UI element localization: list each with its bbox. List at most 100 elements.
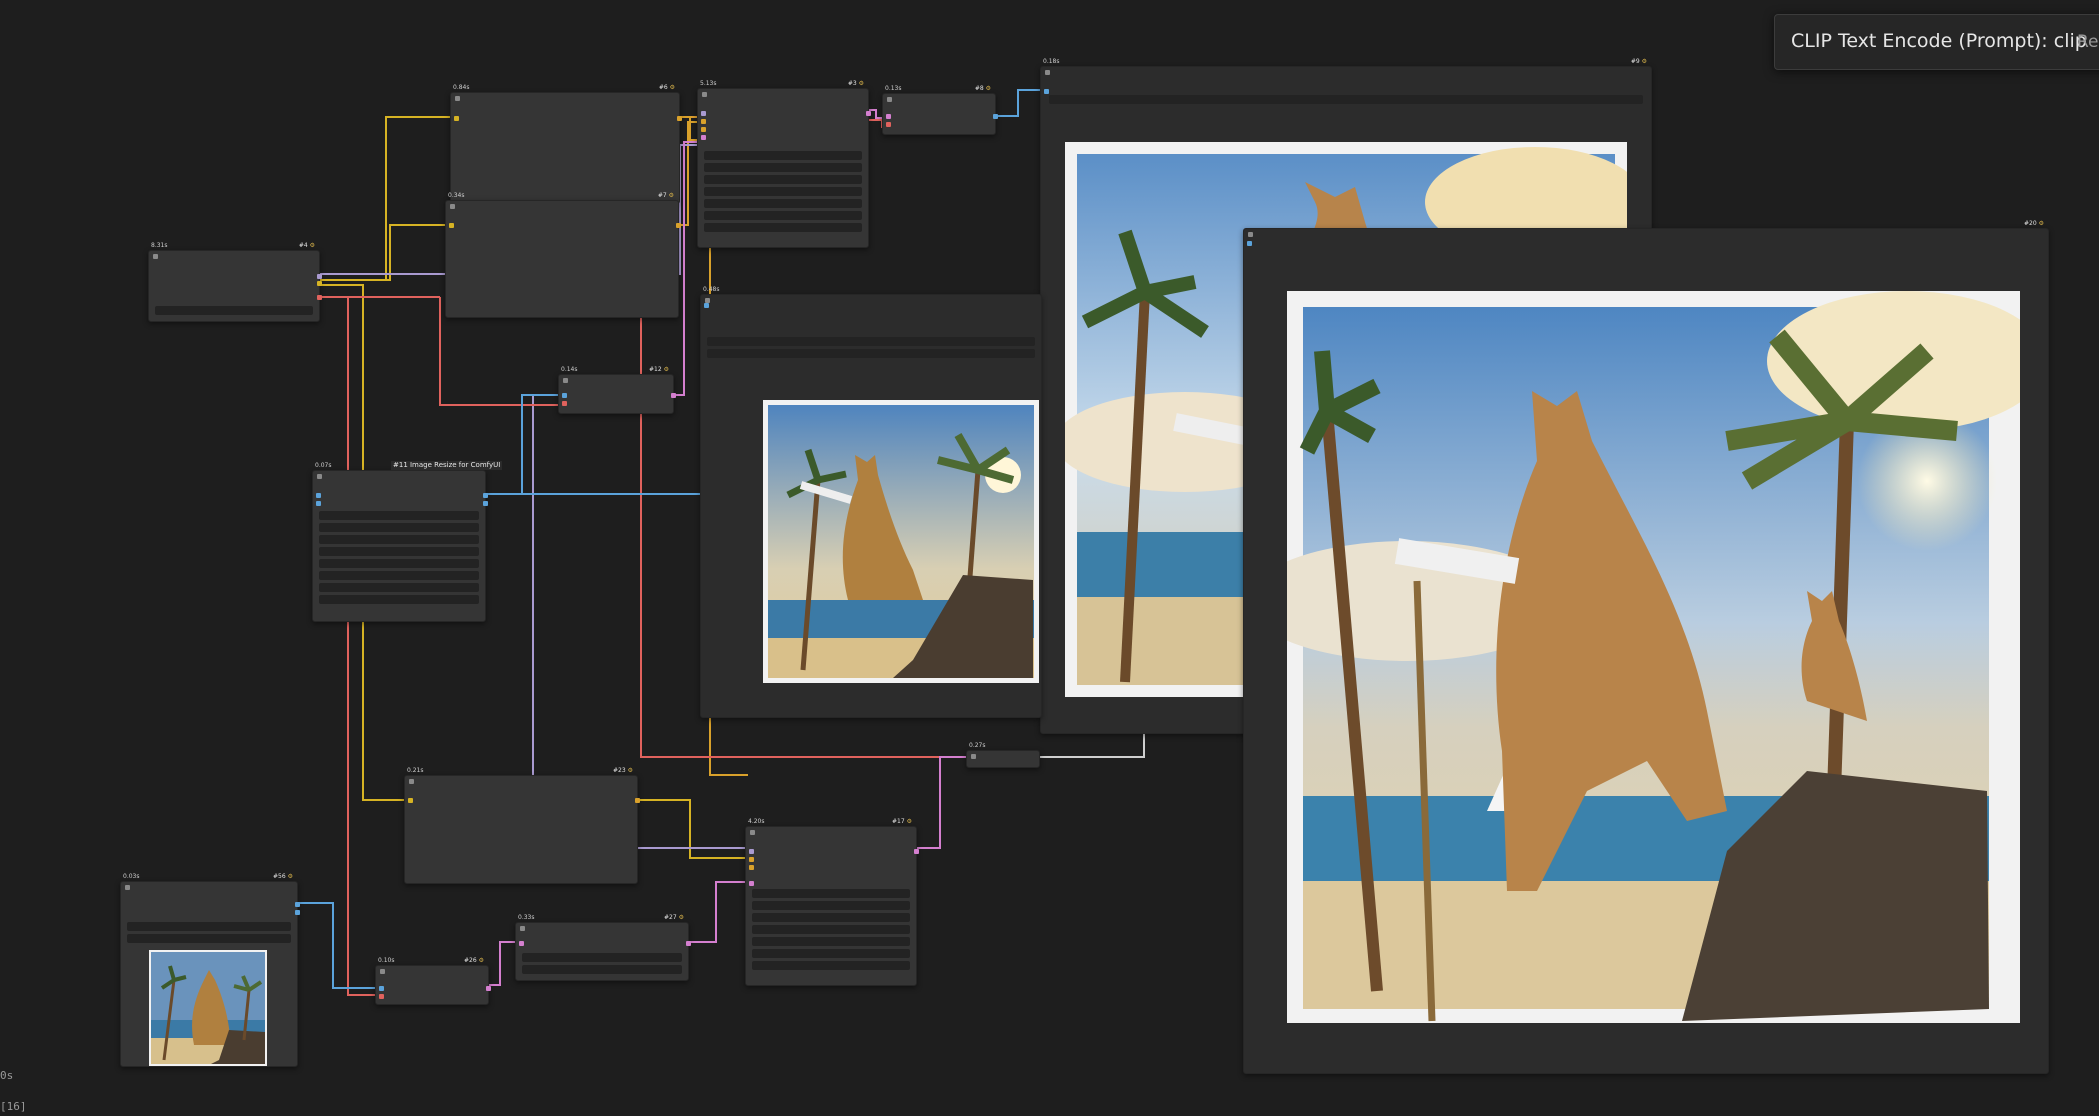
collapse-dot-icon[interactable] bbox=[125, 885, 130, 890]
steps-widget[interactable] bbox=[752, 913, 910, 922]
scheduler-widget[interactable] bbox=[752, 949, 910, 958]
input-port-clip[interactable] bbox=[449, 223, 454, 228]
output-port-latent[interactable] bbox=[914, 849, 919, 854]
collapse-dot-icon[interactable] bbox=[563, 378, 568, 383]
collapse-dot-icon[interactable] bbox=[1045, 70, 1050, 75]
node-vae-encode[interactable]: 0.14s #12 ⚙ bbox=[558, 366, 676, 414]
sampler-name-widget[interactable] bbox=[704, 199, 862, 208]
output-port-clip[interactable] bbox=[317, 281, 322, 286]
resize-method-widget[interactable] bbox=[319, 547, 479, 556]
denoise-widget[interactable] bbox=[704, 223, 862, 232]
input-port-positive[interactable] bbox=[749, 857, 754, 862]
node-load-checkpoint[interactable]: 8.31s #4 ⚙ bbox=[148, 242, 322, 322]
collapse-dot-icon[interactable] bbox=[450, 204, 455, 209]
input-port-model[interactable] bbox=[749, 849, 754, 854]
node-load-image[interactable]: 0.03s #56 ⚙ bbox=[120, 873, 300, 1067]
collapse-dot-icon[interactable] bbox=[380, 969, 385, 974]
node-ksampler-2[interactable]: 4.20s #17 ⚙ bbox=[745, 818, 919, 986]
collapse-dot-icon[interactable] bbox=[153, 254, 158, 259]
input-port-images[interactable] bbox=[1247, 241, 1252, 246]
output-port-model[interactable] bbox=[317, 274, 322, 279]
input-port-negative[interactable] bbox=[701, 127, 706, 132]
input-port-latent[interactable] bbox=[701, 135, 706, 140]
input-port-negative[interactable] bbox=[749, 865, 754, 870]
node-ksampler-1[interactable]: 5.13s #3 ⚙ bbox=[697, 80, 871, 248]
collapse-dot-icon[interactable] bbox=[702, 92, 707, 97]
filename-prefix-widget[interactable] bbox=[1049, 95, 1643, 104]
input-port-image[interactable] bbox=[379, 986, 384, 991]
node-upscale-model-loader[interactable]: 0.21s #23 ⚙ bbox=[404, 767, 640, 884]
collapse-dot-icon[interactable] bbox=[409, 779, 414, 784]
composite-widget-2[interactable] bbox=[522, 965, 682, 974]
resize-interpolation-widget[interactable] bbox=[319, 535, 479, 544]
collapse-dot-icon[interactable] bbox=[1248, 232, 1253, 237]
input-port-image-2[interactable] bbox=[316, 501, 321, 506]
output-port-latent[interactable] bbox=[486, 986, 491, 991]
output-port-image[interactable] bbox=[295, 902, 300, 907]
collapse-dot-icon[interactable] bbox=[887, 97, 892, 102]
output-port-latent[interactable] bbox=[686, 941, 691, 946]
collapse-dot-icon[interactable] bbox=[455, 96, 460, 101]
node-image-resize[interactable]: 0.07s #11 Image Resize for ComfyUI bbox=[312, 461, 503, 622]
input-port-model[interactable] bbox=[701, 111, 706, 116]
cfg-widget[interactable] bbox=[704, 187, 862, 196]
denoise-widget[interactable] bbox=[752, 961, 910, 970]
composite-widget-1[interactable] bbox=[522, 953, 682, 962]
collapse-dot-icon[interactable] bbox=[520, 926, 525, 931]
resize-height-widget[interactable] bbox=[319, 523, 479, 532]
input-port-images[interactable] bbox=[1044, 89, 1049, 94]
node-save-image-2[interactable]: #20 ⚙ bbox=[1243, 220, 2049, 1074]
input-port-vae[interactable] bbox=[562, 401, 567, 406]
output-port-mask[interactable] bbox=[295, 910, 300, 915]
input-port-image[interactable] bbox=[316, 493, 321, 498]
scheduler-widget[interactable] bbox=[704, 211, 862, 220]
node-clip-text-negative[interactable]: 0.34s #7 ⚙ bbox=[445, 192, 681, 318]
input-port-images[interactable] bbox=[704, 303, 709, 308]
seed-widget[interactable] bbox=[752, 889, 910, 898]
upscaled-image-frame[interactable] bbox=[1287, 291, 2020, 1023]
input-port-latent[interactable] bbox=[749, 881, 754, 886]
input-port-latent[interactable] bbox=[519, 941, 524, 946]
collapse-dot-icon[interactable] bbox=[750, 830, 755, 835]
output-port-image[interactable] bbox=[993, 114, 998, 119]
node-latent-upscale[interactable]: 0.10s #26 ⚙ bbox=[375, 957, 491, 1005]
preview-image-frame[interactable] bbox=[763, 400, 1039, 683]
output-port-conditioning[interactable] bbox=[635, 798, 640, 803]
sampler-name-widget[interactable] bbox=[752, 937, 910, 946]
preview-widget-1[interactable] bbox=[707, 337, 1035, 346]
load-image-thumbnail[interactable] bbox=[149, 950, 267, 1066]
input-port-clip[interactable] bbox=[454, 116, 459, 121]
input-port-vae[interactable] bbox=[379, 994, 384, 999]
upload-widget[interactable] bbox=[127, 934, 291, 943]
input-port-vae[interactable] bbox=[886, 122, 891, 127]
output-port-conditioning[interactable] bbox=[677, 116, 682, 121]
checkpoint-name-widget[interactable] bbox=[155, 306, 313, 315]
collapse-dot-icon[interactable] bbox=[971, 754, 976, 759]
input-port-clip[interactable] bbox=[408, 798, 413, 803]
collapse-dot-icon[interactable] bbox=[317, 474, 322, 479]
output-port-latent[interactable] bbox=[671, 393, 676, 398]
node-latent-composite[interactable]: 0.33s #27 ⚙ bbox=[515, 914, 691, 981]
node-graph-canvas[interactable]: 8.31s #4 ⚙ 0.84s #6 ⚙ 0.34s #7 ⚙ 5.13s #… bbox=[0, 0, 2099, 1116]
resize-condition-widget[interactable] bbox=[319, 559, 479, 568]
output-port-latent[interactable] bbox=[866, 111, 871, 116]
node-clip-text-positive[interactable]: 0.84s #6 ⚙ bbox=[450, 84, 682, 204]
output-port-image-2[interactable] bbox=[483, 501, 488, 506]
steps-widget[interactable] bbox=[704, 175, 862, 184]
image-select-widget[interactable] bbox=[127, 922, 291, 931]
cfg-widget[interactable] bbox=[752, 925, 910, 934]
input-port-samples[interactable] bbox=[886, 114, 891, 119]
control-after-generate-widget[interactable] bbox=[704, 163, 862, 172]
resize-multiple-widget[interactable] bbox=[319, 571, 479, 580]
node-preview-image[interactable]: 0.48s bbox=[700, 286, 1042, 718]
output-port-conditioning[interactable] bbox=[676, 223, 681, 228]
input-port-positive[interactable] bbox=[701, 119, 706, 124]
preview-widget-2[interactable] bbox=[707, 349, 1035, 358]
output-port-vae[interactable] bbox=[317, 295, 322, 300]
node-vae-decode-1[interactable]: 0.13s #8 ⚙ bbox=[882, 85, 998, 135]
control-after-generate-widget[interactable] bbox=[752, 901, 910, 910]
node-upscale-image[interactable]: 0.27s bbox=[966, 742, 1040, 768]
input-port-pixels[interactable] bbox=[562, 393, 567, 398]
resize-extra-widget[interactable] bbox=[319, 595, 479, 604]
output-port-image[interactable] bbox=[483, 493, 488, 498]
